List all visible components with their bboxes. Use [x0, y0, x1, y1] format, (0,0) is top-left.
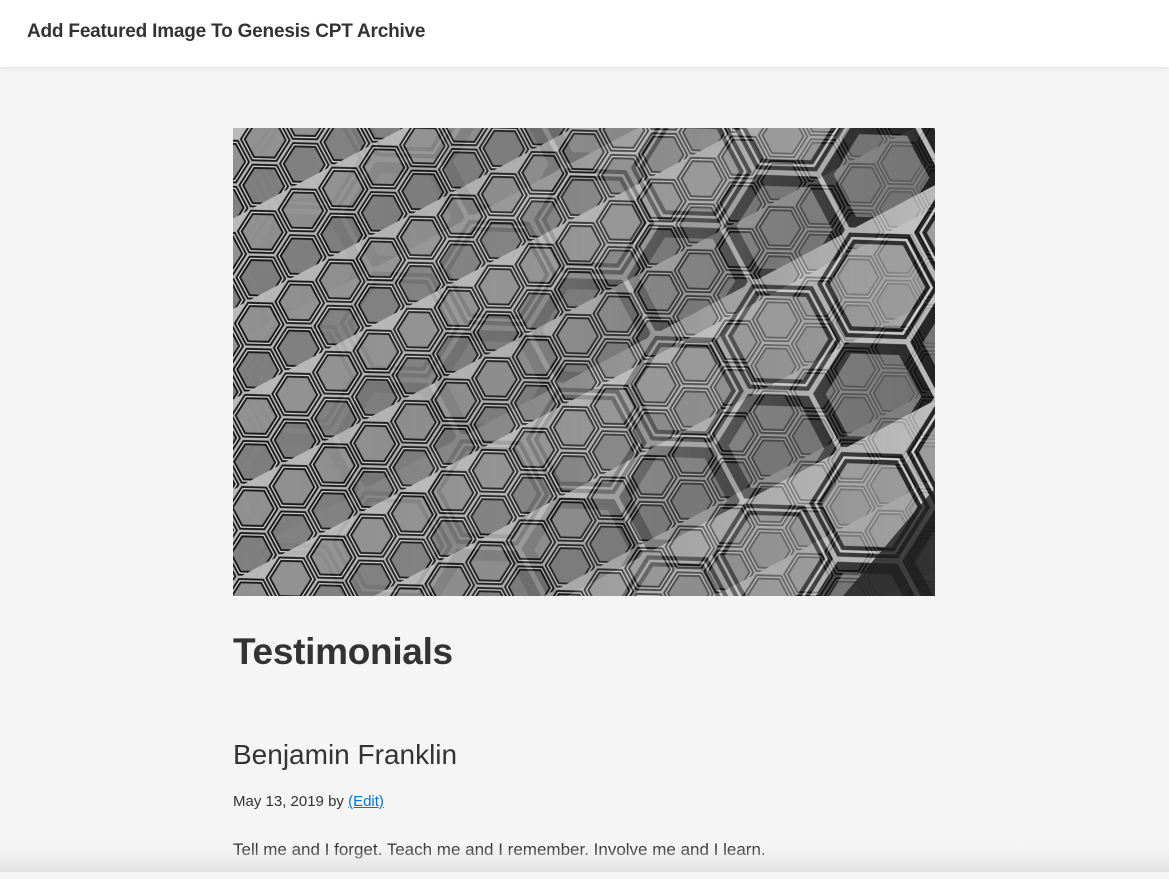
site-header: Add Featured Image To Genesis CPT Archiv… [0, 0, 1169, 67]
bottom-fade [0, 846, 1169, 872]
entry-title[interactable]: Benjamin Franklin [233, 738, 935, 772]
entry-author-by: by [328, 793, 344, 810]
entry-date: May 13, 2019 [233, 793, 324, 810]
site-title-link[interactable]: Add Featured Image To Genesis CPT Archiv… [27, 21, 425, 43]
main-content: Testimonials Benjamin Franklin May 13, 2… [233, 128, 935, 879]
entry-meta: May 13, 2019 by (Edit) [233, 792, 935, 812]
featured-image [233, 128, 935, 596]
edit-link[interactable]: (Edit) [348, 793, 384, 810]
testimonial-entry: Benjamin Franklin May 13, 2019 by (Edit)… [233, 738, 935, 862]
archive-title: Testimonials [233, 630, 935, 674]
